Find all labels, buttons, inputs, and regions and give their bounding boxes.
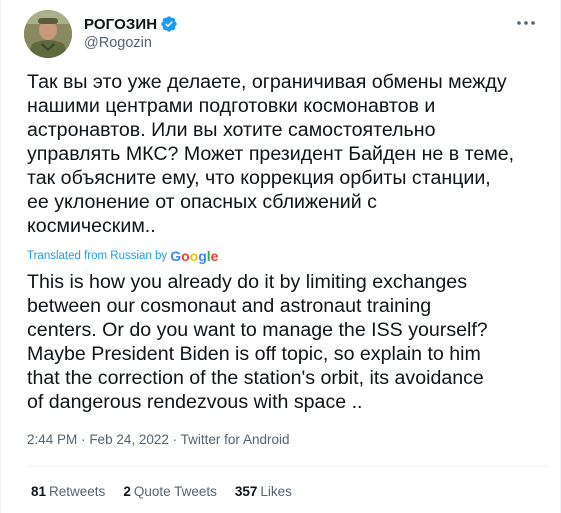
retweets-stat[interactable]: 81 Retweets [31,484,105,499]
display-name-row: РОГОЗИН [84,14,178,34]
tweet-header: РОГОЗИН @Rogozin [24,10,544,58]
meta-separator: · [81,432,86,447]
meta-separator: · [172,432,178,447]
likes-stat[interactable]: 357 Likes [235,484,292,499]
tweet-source[interactable]: Twitter for Android [181,432,290,447]
profile-photo-icon [24,10,72,58]
quote-tweets-count: 2 [123,484,131,499]
retweets-count: 81 [31,484,47,499]
likes-label: Likes [260,484,292,499]
retweets-label: Retweets [49,484,106,499]
more-options-icon[interactable] [514,14,538,32]
quote-tweets-stat[interactable]: 2 Quote Tweets [123,484,217,499]
tweet-date[interactable]: Feb 24, 2022 [89,432,169,447]
engagement-stats: 81 Retweets 2 Quote Tweets 357 Likes [31,484,292,499]
likes-count: 357 [234,484,258,499]
tweet-card: РОГОЗИН @Rogozin Так вы это уже делаете,… [0,0,561,513]
divider [27,466,547,467]
google-logo: Google [170,248,219,264]
verified-badge-icon [160,15,178,33]
translation-attribution[interactable]: Translated from Russian by Google [27,248,218,264]
tweet-text-original: Так вы это уже делаете, ограничивая обме… [27,71,515,237]
quote-tweets-label: Quote Tweets [133,484,217,499]
translated-label: Translated from Russian by [27,250,168,262]
tweet-text-translated: This is how you already do it by limitin… [27,271,488,413]
author-handle[interactable]: @Rogozin [84,35,178,51]
tweet-time[interactable]: 2:44 PM [27,432,77,447]
avatar[interactable] [24,10,72,58]
tweet-metadata: 2:44 PM · Feb 24, 2022 · Twitter for And… [27,432,289,447]
author-names: РОГОЗИН @Rogozin [84,14,178,51]
author-display-name[interactable]: РОГОЗИН [84,16,157,33]
